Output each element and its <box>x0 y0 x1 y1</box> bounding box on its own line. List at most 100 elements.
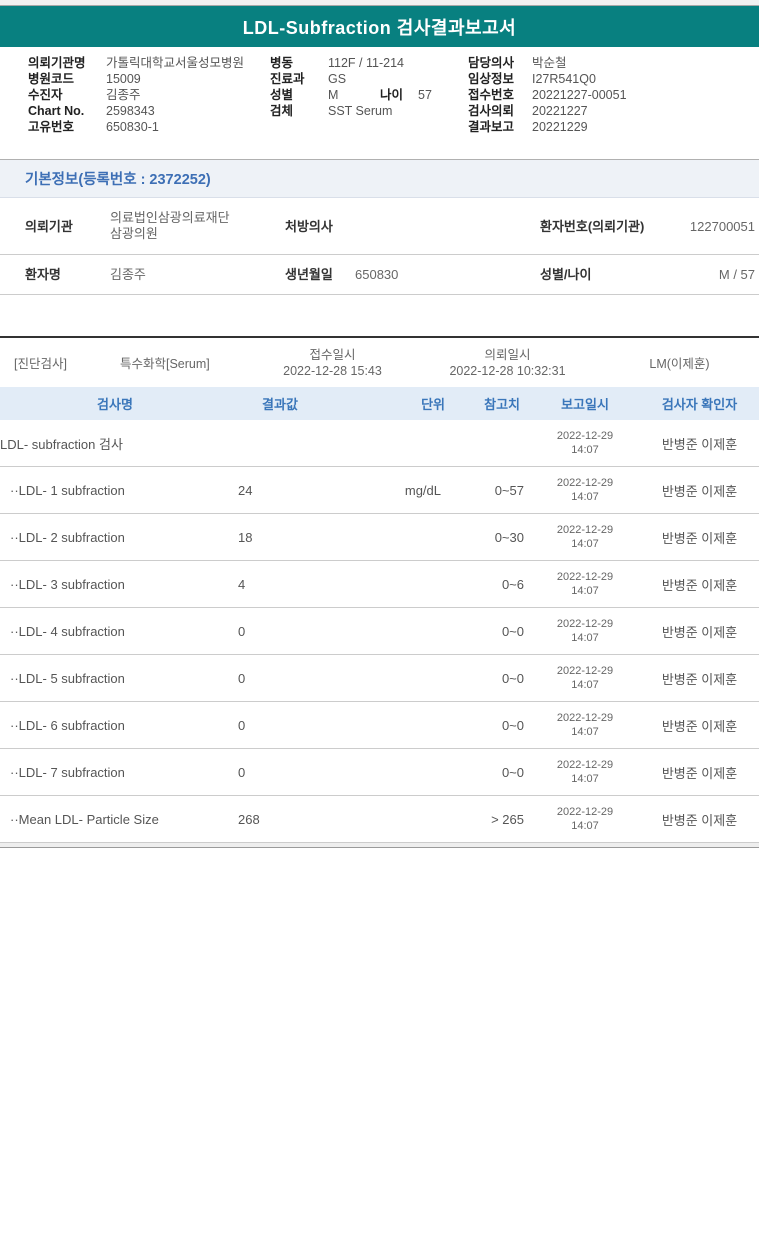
info-field: 검체 SST Serum <box>270 103 468 119</box>
report-date: 2022-12-29 <box>556 430 614 442</box>
test-name-cell: ··LDL- 2 subfraction <box>10 529 125 545</box>
field-label: 병동 <box>270 56 294 70</box>
field-value: 김종주 <box>106 88 141 102</box>
info-field: 병원코드 15009 <box>28 71 270 87</box>
field-label: 진료과 <box>270 72 305 86</box>
field-label: 성별 <box>270 88 294 102</box>
reference-cell: > 265 <box>491 811 524 827</box>
reference-cell: 0~0 <box>501 717 524 733</box>
field-value: 의료법인삼광의료재단삼광의원 <box>110 210 230 241</box>
field-value: 2598343 <box>106 104 155 118</box>
staff-cell: 반병준 이제훈 <box>661 624 738 640</box>
receipt-label: 접수일시 <box>309 347 356 362</box>
report-time: 14:07 <box>571 726 599 738</box>
report-time: 14:07 <box>571 538 599 550</box>
staff-cell: 반병준 이제훈 <box>661 530 738 546</box>
field-label: 환자번호(의뢰기관) <box>540 218 645 234</box>
result-cell: 0 <box>238 764 246 780</box>
report-date: 2022-12-29 <box>556 477 614 489</box>
field-value: 20221227-00051 <box>532 88 627 102</box>
info-field: 의뢰기관명 가톨릭대학교서울성모병원 <box>28 55 270 71</box>
test-name-cell: ··LDL- 5 subfraction <box>10 670 125 686</box>
info-field: 접수번호 20221227-00051 <box>468 87 759 103</box>
table-row: ··LDL- 5 subfraction 0 0~0 2022-12-29 14… <box>0 655 759 702</box>
results-table-body: LDL- subfraction 검사 2022-12-29 14:07 반병준… <box>0 420 759 843</box>
result-cell: 4 <box>238 576 246 592</box>
field-value: SST Serum <box>328 104 393 118</box>
column-header-test-name: 검사명 <box>97 397 133 412</box>
report-date-cell: 2022-12-29 14:07 <box>530 617 640 645</box>
receipt-datetime: 2022-12-28 15:43 <box>283 363 382 378</box>
field-label: Chart No. <box>28 104 85 118</box>
report-date-cell: 2022-12-29 14:07 <box>530 476 640 504</box>
field-value: 650830 <box>355 266 399 282</box>
result-cell: 0 <box>238 670 246 686</box>
table-bottom-strip <box>0 843 759 848</box>
staff-cell: 반병준 이제훈 <box>661 812 738 828</box>
field-label: 결과보고 <box>468 120 515 134</box>
patient-info-column-1: 의뢰기관명 가톨릭대학교서울성모병원 병원코드 15009 수진자 김종주 Chart… <box>28 55 270 135</box>
staff-cell: 반병준 이제훈 <box>661 483 738 499</box>
order-info-row: [진단검사] 특수화학[Serum] 접수일시 2022-12-28 15:43… <box>0 336 759 387</box>
report-time: 14:07 <box>571 444 599 456</box>
field-value: 가톨릭대학교서울성모병원 <box>106 56 245 70</box>
field-label: 병원코드 <box>28 72 75 86</box>
field-value: 김종주 <box>110 266 146 282</box>
info-field: 검사의뢰 20221227 <box>468 103 759 119</box>
info-field: 병동 112F / 11-214 <box>270 55 468 71</box>
basic-info-row-2: 환자명 김종주 생년월일 650830 성별/나이 M / 57 <box>0 255 759 295</box>
info-field: 수진자 김종주 <box>28 87 270 103</box>
reference-cell: 0~0 <box>501 670 524 686</box>
test-name-cell: ··LDL- 6 subfraction <box>10 717 125 733</box>
report-time: 14:07 <box>571 632 599 644</box>
report-date: 2022-12-29 <box>556 665 614 677</box>
field-label: 검사의뢰 <box>468 104 515 118</box>
field-value: I27R541Q0 <box>532 72 596 86</box>
column-header-report-datetime: 보고일시 <box>561 397 609 412</box>
reference-cell: 0~0 <box>501 764 524 780</box>
field-label: 접수번호 <box>468 88 515 102</box>
column-header-result: 결과값 <box>262 397 298 412</box>
field-label: 고유번호 <box>28 120 75 134</box>
field-value: 15009 <box>106 72 141 86</box>
test-name-cell: ··LDL- 1 subfraction <box>10 482 125 498</box>
reference-cell: 0~0 <box>501 623 524 639</box>
result-cell: 268 <box>238 811 260 827</box>
field-label-extra: 나이 <box>380 88 404 102</box>
basic-info-section-header: 기본정보(등록번호 : 2372252) <box>0 159 759 198</box>
reference-cell: 0~6 <box>501 576 524 592</box>
report-date: 2022-12-29 <box>556 759 614 771</box>
table-row: ··LDL- 4 subfraction 0 0~0 2022-12-29 14… <box>0 608 759 655</box>
report-page: LDL-Subfraction 검사결과보고서 의뢰기관명 가톨릭대학교서울성모병… <box>0 0 759 1233</box>
report-date: 2022-12-29 <box>556 571 614 583</box>
table-row: ··LDL- 2 subfraction 18 0~30 2022-12-29 … <box>0 514 759 561</box>
test-name-cell: ··LDL- 4 subfraction <box>10 623 125 639</box>
report-date-cell: 2022-12-29 14:07 <box>530 758 640 786</box>
field-label: 환자명 <box>25 267 61 282</box>
result-cell: 0 <box>238 717 246 733</box>
order-department: LM(이제훈) <box>649 357 710 371</box>
field-label: 검체 <box>270 104 294 118</box>
report-time: 14:07 <box>571 679 599 691</box>
result-cell: 0 <box>238 623 246 639</box>
field-value: 20221227 <box>532 104 588 118</box>
field-value: 박순철 <box>532 56 567 70</box>
staff-cell: 반병준 이제훈 <box>661 671 738 687</box>
request-datetime-block: 의뢰일시 2022-12-28 10:32:31 <box>415 347 600 379</box>
field-label: 의뢰기관명 <box>28 56 86 70</box>
test-name-cell: ··LDL- 3 subfraction <box>10 576 125 592</box>
order-test-group: 특수화학[Serum] <box>120 357 210 371</box>
receipt-datetime-block: 접수일시 2022-12-28 15:43 <box>250 347 415 379</box>
field-value: 112F / 11-214 <box>328 56 404 70</box>
field-label: 성별/나이 <box>540 267 592 282</box>
staff-cell: 반병준 이제훈 <box>661 577 738 593</box>
result-cell: 24 <box>238 482 253 498</box>
field-value: M <box>328 88 339 102</box>
reference-cell: 0~57 <box>494 482 524 498</box>
table-row: ··LDL- 3 subfraction 4 0~6 2022-12-29 14… <box>0 561 759 608</box>
report-date-cell: 2022-12-29 14:07 <box>530 570 640 598</box>
basic-info-section-title: 기본정보(등록번호 : 2372252) <box>25 172 211 188</box>
field-value: GS <box>328 72 347 86</box>
results-table-header: 검사명 결과값 단위 참고치 보고일시 검사자 확인자 <box>0 387 759 420</box>
column-header-unit: 단위 <box>421 397 445 412</box>
